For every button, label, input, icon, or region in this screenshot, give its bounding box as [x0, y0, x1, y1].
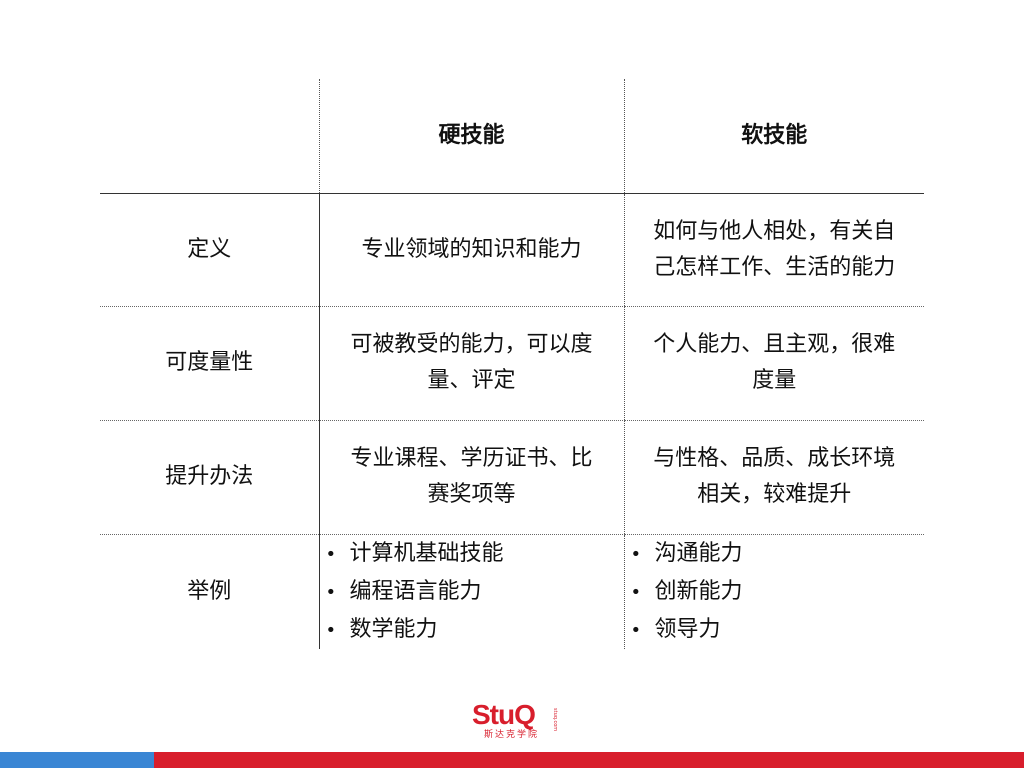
- bullet-icon: •: [325, 581, 337, 603]
- row-label-examples: 举例: [187, 578, 232, 604]
- cell-hard-improvement: 专业课程、学历证书、比 赛奖项等: [318, 420, 624, 535]
- list-item: • 沟通能力: [631, 535, 925, 573]
- cell-soft-improvement: 与性格、品质、成长环境 相关，较难提升: [623, 420, 924, 535]
- list-item-text: 创新能力: [654, 578, 743, 604]
- row-label-definition: 定义: [100, 193, 319, 307]
- list-item-text: 领导力: [654, 616, 721, 642]
- header-hard-skills: 硬技能: [318, 79, 624, 194]
- list-item: • 计算机基础技能: [326, 535, 624, 573]
- slide: 硬技能 软技能 定义 专业领域的知识和能力 如何与他人相处，有关自 己怎样工作、…: [0, 0, 1024, 768]
- cell-text-line: 量、评定: [427, 368, 516, 393]
- bullet-icon: •: [325, 619, 337, 641]
- bullet-icon: •: [630, 619, 642, 641]
- logo-wordmark: StuQ: [472, 699, 536, 730]
- cell-text: 专业领域的知识和能力: [361, 236, 582, 262]
- header-row: 硬技能 软技能: [100, 79, 924, 194]
- list-item-text: 沟通能力: [654, 540, 743, 566]
- soft-examples-list: • 沟通能力 • 创新能力 • 领导力: [625, 535, 925, 649]
- logo-small-mark: stuq.com: [552, 708, 558, 732]
- hard-examples-list: • 计算机基础技能 • 编程语言能力 • 数学能力: [320, 535, 624, 649]
- list-item-text: 计算机基础技能: [349, 540, 504, 566]
- list-item: • 数学能力: [326, 611, 624, 649]
- cell-soft-examples: • 沟通能力 • 创新能力 • 领导力: [623, 534, 925, 649]
- row-label-improvement: 提升办法: [100, 420, 319, 535]
- logo-subtitle: 斯达克学院: [484, 730, 540, 740]
- list-item: • 创新能力: [631, 573, 925, 611]
- list-item: • 编程语言能力: [326, 573, 624, 611]
- cell-text-line: 可被教受的能力，可以度: [350, 332, 593, 357]
- header-corner-cell: [100, 79, 319, 194]
- table-row-definition: 定义 专业领域的知识和能力 如何与他人相处，有关自 己怎样工作、生活的能力: [100, 193, 924, 307]
- cell-text-line: 个人能力、且主观，很难: [653, 332, 896, 357]
- bullet-icon: •: [630, 581, 642, 603]
- cell-text-line: 与性格、品质、成长环境: [653, 446, 896, 471]
- bullet-icon: •: [325, 543, 337, 565]
- list-item-text: 编程语言能力: [349, 578, 482, 604]
- table-row-improvement: 提升办法 专业课程、学历证书、比 赛奖项等 与性格、品质、成长环境 相关，较难提…: [100, 420, 924, 535]
- cell-soft-measurability: 个人能力、且主观，很难 度量: [623, 306, 924, 421]
- cell-hard-examples: • 计算机基础技能 • 编程语言能力 • 数学能力: [318, 534, 624, 649]
- cell-hard-definition: 专业领域的知识和能力: [318, 193, 624, 307]
- cell-soft-definition: 如何与他人相处，有关自 己怎样工作、生活的能力: [623, 193, 924, 307]
- cell-text-line: 如何与他人相处，有关自: [653, 218, 896, 244]
- cell-text-line: 赛奖项等: [427, 482, 516, 507]
- stuq-logo: StuQ 斯达克学院 stuq.com: [472, 700, 562, 744]
- skills-comparison-table: 硬技能 软技能 定义 专业领域的知识和能力 如何与他人相处，有关自 己怎样工作、…: [100, 79, 924, 649]
- footer-bar-blue: [0, 752, 154, 768]
- header-soft-skills: 软技能: [623, 79, 924, 194]
- cell-hard-measurability: 可被教受的能力，可以度 量、评定: [318, 306, 624, 421]
- cell-text-line: 相关，较难提升: [697, 482, 852, 507]
- footer-bar-red: [154, 752, 1024, 768]
- row-label-measurability: 可度量性: [100, 306, 319, 421]
- cell-text-line: 度量: [752, 368, 797, 393]
- bullet-icon: •: [630, 543, 642, 565]
- list-item: • 领导力: [631, 611, 925, 649]
- table-row-examples: 举例 • 计算机基础技能 • 编程语言能力 • 数学能力 • 沟通能力 • 创新能力 • 领…: [100, 534, 924, 649]
- cell-text-line: 专业课程、学历证书、比: [350, 446, 593, 471]
- list-item-text: 数学能力: [349, 616, 438, 642]
- table-row-measurability: 可度量性 可被教受的能力，可以度 量、评定 个人能力、且主观，很难 度量: [100, 306, 924, 421]
- cell-text-line: 己怎样工作、生活的能力: [653, 254, 896, 280]
